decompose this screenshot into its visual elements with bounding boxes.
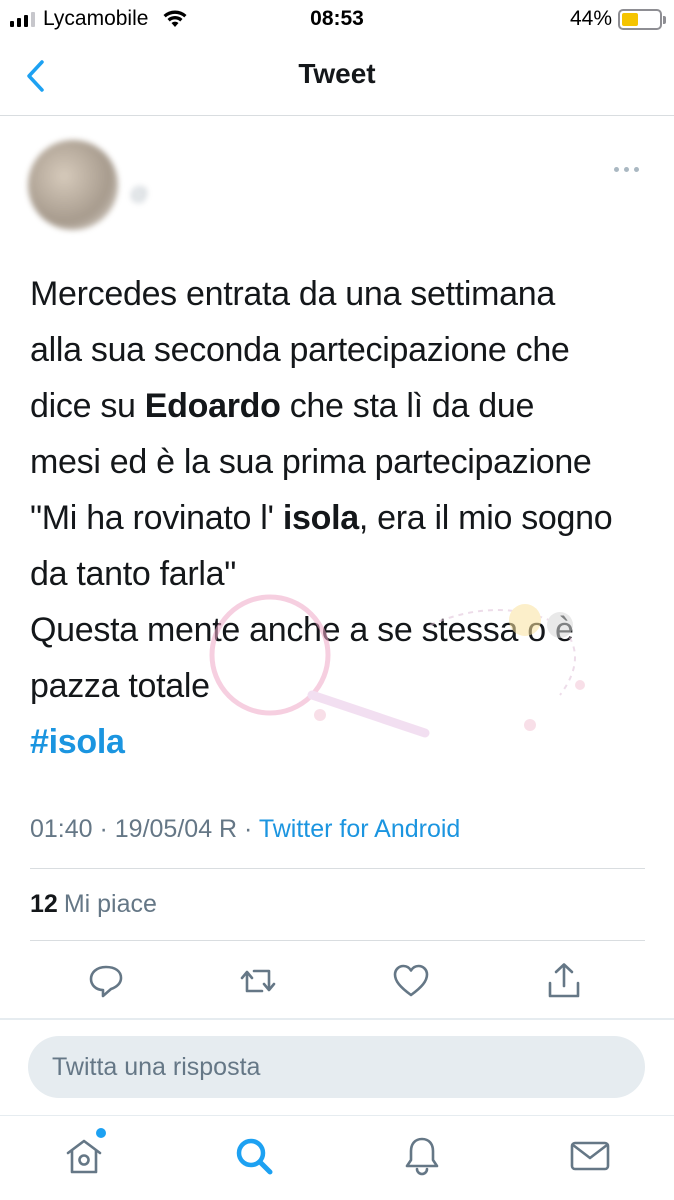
tweet-text-line: pazza totale [30, 667, 210, 705]
like-button[interactable] [391, 961, 431, 1001]
share-button[interactable] [544, 961, 584, 1001]
likes-summary[interactable]: 12 Mi piace [30, 890, 157, 919]
tweet-text-line: da tanto farla" [30, 555, 237, 593]
battery-level-fill [622, 12, 638, 26]
tweet-text-line: mesi ed è la sua prima partecipazione [30, 443, 592, 481]
tweet-author-header: @ [0, 120, 674, 240]
tab-home[interactable] [62, 1128, 106, 1178]
author-handle: @ [130, 184, 149, 204]
bell-icon [405, 1137, 439, 1176]
status-bar-right: 44% [569, 7, 666, 31]
envelope-icon [570, 1141, 610, 1171]
tweet-metadata: 01:40 · 19/05/04 R · Twitter for Android [30, 815, 460, 844]
divider [30, 940, 645, 941]
retweet-arrows-icon [240, 969, 276, 993]
author-avatar[interactable] [28, 140, 118, 230]
tweet-source-link[interactable]: Twitter for Android [259, 815, 460, 843]
author-names[interactable]: @ [130, 150, 148, 205]
likes-label: Mi piace [63, 890, 157, 918]
section-separator [0, 1018, 674, 1020]
more-dots-icon [614, 166, 619, 172]
home-icon [66, 1139, 102, 1174]
share-upload-icon [548, 963, 580, 998]
hashtag-link[interactable]: #isola [30, 723, 125, 761]
tab-messages[interactable] [568, 1134, 612, 1178]
tweet-text-line: Mercedes entrata da una settimana [30, 275, 555, 313]
tweet-text-line: dice su Edoardo che sta lì da due [30, 387, 535, 425]
bottom-tab-bar [0, 1115, 674, 1200]
likes-count: 12 [30, 890, 58, 918]
speech-bubble-icon [89, 965, 123, 998]
heart-icon [393, 964, 429, 997]
page-title: Tweet [298, 58, 376, 89]
bold-keyword: isola [282, 499, 359, 537]
more-options-button[interactable] [614, 164, 644, 174]
reply-input[interactable]: Twitta una risposta [28, 1036, 645, 1098]
tweet-text-line: Questa mente anche a se stessa o è [30, 611, 574, 649]
reply-button[interactable] [86, 961, 126, 1001]
tweet-text-line: #isola [30, 714, 650, 770]
retweet-button[interactable] [238, 961, 278, 1001]
tweet-text-line: alla sua seconda partecipazione che [30, 331, 570, 369]
tweet-actions-bar [0, 955, 674, 1015]
status-bar: Lycamobile 08:53 44% [0, 0, 674, 38]
battery-percentage: 44% [569, 7, 612, 30]
author-display-name [130, 150, 148, 178]
tweet-text-line: "Mi ha rovinato l' isola, era il mio sog… [30, 499, 613, 537]
notification-dot [96, 1128, 106, 1138]
tab-notifications[interactable] [400, 1134, 444, 1178]
tweet-timestamp: 01:40 · 19/05/04 R · [30, 815, 259, 843]
tweet-text: Mercedes entrata da una settimana alla s… [30, 266, 650, 770]
tab-search[interactable] [232, 1134, 276, 1178]
search-icon [236, 1138, 273, 1175]
navigation-bar: Tweet [0, 38, 674, 116]
battery-icon [618, 8, 666, 30]
divider [30, 868, 645, 869]
bold-keyword: Edoardo [144, 387, 281, 425]
